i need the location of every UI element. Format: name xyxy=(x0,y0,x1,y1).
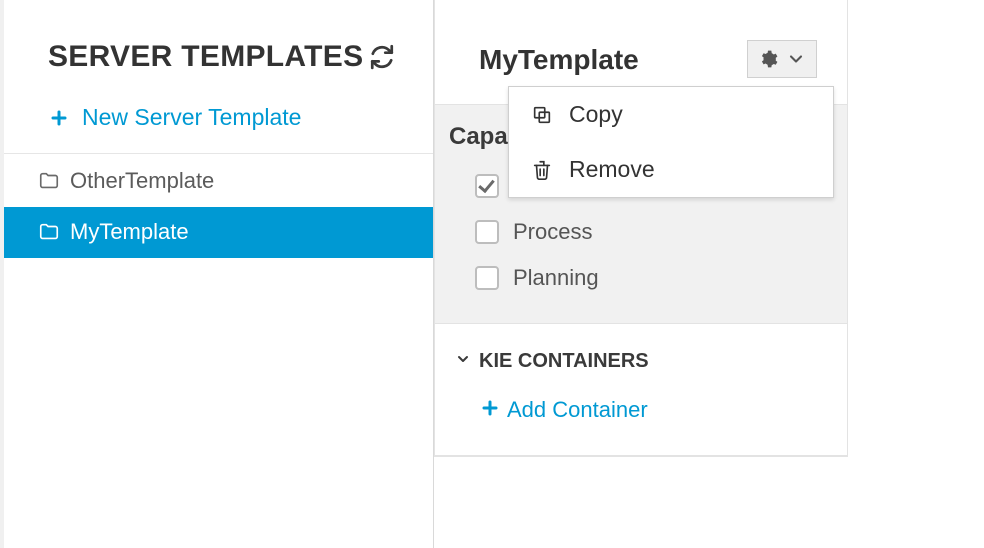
folder-icon xyxy=(38,170,60,192)
kie-containers-header[interactable]: KIE CONTAINERS xyxy=(435,324,847,389)
chevron-down-icon xyxy=(455,350,471,373)
menu-item-label: Remove xyxy=(569,156,655,183)
add-container-label: Add Container xyxy=(507,397,648,423)
detail-inner: MyTemplate Capability Rule xyxy=(434,0,848,457)
sidebar-title: SERVER TEMPLATES xyxy=(48,40,363,74)
new-server-template-label: New Server Template xyxy=(82,104,301,131)
capability-label: Process xyxy=(513,219,592,245)
capability-row-planning[interactable]: Planning xyxy=(475,255,833,301)
sidebar-header: SERVER TEMPLATES xyxy=(4,0,433,98)
folder-icon xyxy=(38,221,60,243)
kie-section: KIE CONTAINERS Add Container xyxy=(435,324,847,456)
kie-header-label: KIE CONTAINERS xyxy=(479,350,649,373)
checkbox-process[interactable] xyxy=(475,220,499,244)
sidebar-item-other-template[interactable]: OtherTemplate xyxy=(4,156,433,207)
sidebar-item-label: OtherTemplate xyxy=(70,168,214,194)
capability-label: Planning xyxy=(513,265,599,291)
checkbox-planning[interactable] xyxy=(475,266,499,290)
chevron-down-icon xyxy=(786,49,806,69)
plus-icon xyxy=(481,397,499,423)
gear-dropdown-button[interactable] xyxy=(747,40,817,78)
template-list: OtherTemplate MyTemplate xyxy=(4,154,433,258)
new-server-template-link[interactable]: New Server Template xyxy=(4,98,433,154)
gear-icon xyxy=(758,49,778,69)
sidebar-item-label: MyTemplate xyxy=(70,219,189,245)
gear-dropdown-menu: Copy Remove xyxy=(508,86,834,198)
capability-row-process[interactable]: Process xyxy=(475,209,833,255)
menu-item-copy[interactable]: Copy xyxy=(509,87,833,142)
plus-icon xyxy=(50,109,68,127)
sidebar-item-my-template[interactable]: MyTemplate xyxy=(4,207,433,258)
menu-item-label: Copy xyxy=(569,101,623,128)
add-container-link[interactable]: Add Container xyxy=(435,389,847,455)
refresh-icon xyxy=(369,44,395,70)
trash-icon xyxy=(531,159,553,181)
detail-title: MyTemplate xyxy=(479,44,639,76)
copy-icon xyxy=(531,104,553,126)
checkbox-rule[interactable] xyxy=(475,174,499,198)
sidebar: SERVER TEMPLATES New Server Template xyxy=(0,0,434,548)
detail-panel: MyTemplate Capability Rule xyxy=(434,0,984,548)
app-root: SERVER TEMPLATES New Server Template xyxy=(0,0,984,548)
menu-item-remove[interactable]: Remove xyxy=(509,142,833,197)
refresh-button[interactable] xyxy=(365,40,399,74)
